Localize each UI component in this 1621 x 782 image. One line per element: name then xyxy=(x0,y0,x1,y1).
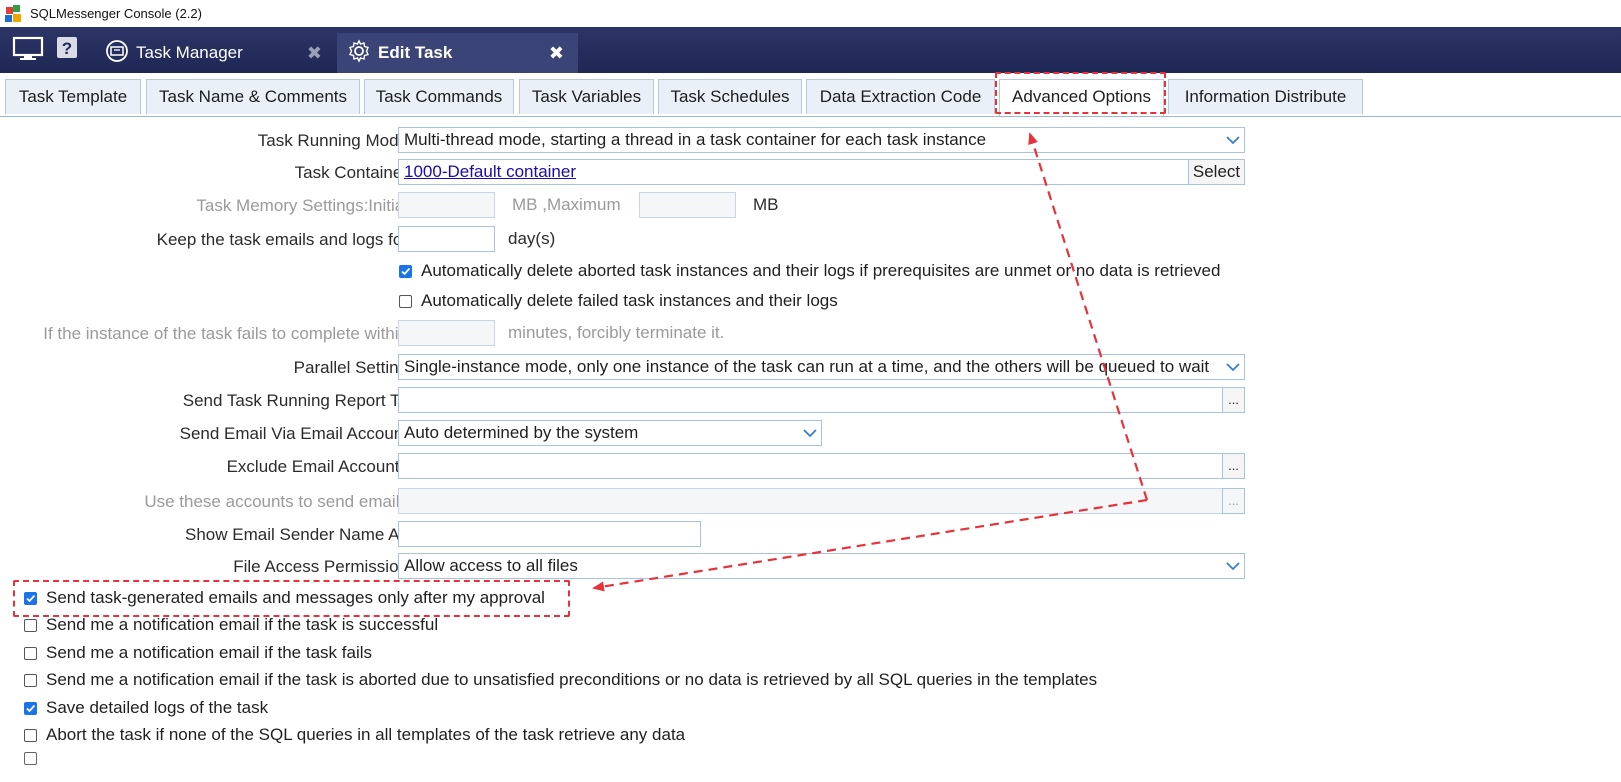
keep-logs-unit: day(s) xyxy=(508,229,556,248)
keep-logs-label: Keep the task emails and logs for xyxy=(156,230,408,249)
app-logo-icon xyxy=(4,4,22,23)
checkbox-unchecked-icon[interactable] xyxy=(24,728,37,742)
abort-no-data-label: Abort the task if none of the SQL querie… xyxy=(46,725,686,744)
tab-task-template[interactable]: Task Template xyxy=(5,79,141,114)
monitor-icon[interactable] xyxy=(12,36,44,67)
auto-delete-failed-checkbox[interactable]: Automatically delete failed task instanc… xyxy=(399,291,838,311)
keep-logs-input[interactable] xyxy=(398,226,495,252)
svg-text:?: ? xyxy=(62,39,72,58)
chevron-down-icon[interactable] xyxy=(1222,554,1244,578)
running-mode-label: Task Running Mode xyxy=(257,131,408,150)
tab-task-schedules[interactable]: Task Schedules xyxy=(658,79,802,114)
main-tab-bar: ? Task Manager ✖ Edit Task ✖ xyxy=(0,27,1621,73)
checkbox-unchecked-icon[interactable] xyxy=(24,618,37,632)
parallel-value: Single-instance mode, only one instance … xyxy=(404,357,1210,376)
use-accounts-label: Use these accounts to send emails xyxy=(144,492,408,511)
gear-icon xyxy=(347,38,371,68)
sub-tab-bar: Task Template Task Name & Comments Task … xyxy=(0,79,1621,117)
email-account-label: Send Email Via Email Account xyxy=(179,424,408,443)
running-mode-select[interactable]: Multi-thread mode, starting a thread in … xyxy=(398,127,1245,153)
chevron-down-icon[interactable] xyxy=(799,421,821,445)
close-icon[interactable]: ✖ xyxy=(307,43,322,64)
container-link[interactable]: 1000-Default container xyxy=(404,162,576,181)
timeout-unit: minutes, forcibly terminate it. xyxy=(508,323,725,342)
auto-delete-aborted-label: Automatically delete aborted task instan… xyxy=(421,261,1221,280)
container-field[interactable]: 1000-Default container xyxy=(398,159,1189,185)
running-mode-value: Multi-thread mode, starting a thread in … xyxy=(404,130,987,149)
sender-name-input[interactable] xyxy=(398,521,701,547)
abort-no-data-checkbox[interactable]: Abort the task if none of the SQL querie… xyxy=(24,725,685,745)
partial-checkbox-row[interactable] xyxy=(24,752,46,765)
notify-aborted-checkbox[interactable]: Send me a notification email if the task… xyxy=(24,670,1097,690)
tab-data-extraction-code[interactable]: Data Extraction Code xyxy=(806,79,995,114)
chevron-down-icon[interactable] xyxy=(1222,355,1244,379)
detailed-logs-label: Save detailed logs of the task xyxy=(46,698,269,717)
exclude-accounts-label: Exclude Email Accounts xyxy=(226,457,408,476)
checkbox-unchecked-icon[interactable] xyxy=(24,673,37,687)
title-bar: SQLMessenger Console (2.2) xyxy=(0,0,1621,27)
tab-edit-task-label: Edit Task xyxy=(378,43,453,62)
auto-delete-failed-label: Automatically delete failed task instanc… xyxy=(421,291,838,310)
notify-success-label: Send me a notification email if the task… xyxy=(46,615,439,634)
close-icon[interactable]: ✖ xyxy=(549,43,564,64)
tab-task-commands[interactable]: Task Commands xyxy=(364,79,514,114)
parallel-label: Parallel Setting xyxy=(293,358,408,377)
report-to-browse-button[interactable]: ... xyxy=(1222,387,1245,413)
checkbox-checked-icon[interactable] xyxy=(399,264,412,278)
checkbox-unchecked-icon[interactable] xyxy=(24,646,37,660)
timeout-input[interactable] xyxy=(398,320,495,346)
memory-label: Task Memory Settings:Initial xyxy=(196,196,408,215)
checkbox-unchecked-icon[interactable] xyxy=(24,752,37,765)
memory-initial-input[interactable] xyxy=(398,192,495,218)
help-icon[interactable]: ? xyxy=(57,37,77,64)
report-to-label: Send Task Running Report To xyxy=(182,391,408,410)
tab-edit-task[interactable]: Edit Task ✖ xyxy=(337,33,578,73)
use-accounts-browse-button[interactable]: ... xyxy=(1222,488,1245,514)
tab-task-name-comments[interactable]: Task Name & Comments xyxy=(146,79,360,114)
notify-success-checkbox[interactable]: Send me a notification email if the task… xyxy=(24,615,438,635)
memory-unit-label: MB xyxy=(753,195,779,214)
auto-delete-aborted-checkbox[interactable]: Automatically delete aborted task instan… xyxy=(399,261,1220,281)
tab-task-variables[interactable]: Task Variables xyxy=(519,79,654,114)
email-account-select[interactable]: Auto determined by the system xyxy=(398,420,822,446)
memory-mid-label: MB ,Maximum xyxy=(512,195,621,214)
sender-name-label: Show Email Sender Name As xyxy=(185,525,408,544)
window-title: SQLMessenger Console (2.2) xyxy=(30,6,202,21)
parallel-select[interactable]: Single-instance mode, only one instance … xyxy=(398,354,1245,380)
file-access-label: File Access Permission xyxy=(233,557,408,576)
task-manager-icon xyxy=(105,39,129,68)
select-container-button[interactable]: Select xyxy=(1188,159,1245,185)
notify-fail-checkbox[interactable]: Send me a notification email if the task… xyxy=(24,643,372,663)
detailed-logs-checkbox[interactable]: Save detailed logs of the task xyxy=(24,698,268,718)
file-access-select[interactable]: Allow access to all files xyxy=(398,553,1245,579)
checkbox-checked-icon[interactable] xyxy=(24,701,37,715)
approval-highlight xyxy=(13,580,570,617)
exclude-accounts-input[interactable] xyxy=(398,453,1223,479)
arrow-to-advanced-options-tab xyxy=(1028,132,1149,501)
timeout-label: If the instance of the task fails to com… xyxy=(43,324,408,343)
chevron-down-icon[interactable] xyxy=(1222,128,1244,152)
email-account-value: Auto determined by the system xyxy=(404,423,639,442)
notify-aborted-label: Send me a notification email if the task… xyxy=(46,670,1098,689)
tab-task-manager-label: Task Manager xyxy=(136,43,243,62)
container-label: Task Container xyxy=(294,163,408,182)
checkbox-unchecked-icon[interactable] xyxy=(399,294,412,308)
report-to-input[interactable] xyxy=(398,387,1223,413)
exclude-accounts-browse-button[interactable]: ... xyxy=(1222,453,1245,479)
advanced-options-highlight xyxy=(995,72,1166,114)
file-access-value: Allow access to all files xyxy=(404,556,578,575)
notify-fail-label: Send me a notification email if the task… xyxy=(46,643,372,662)
tab-task-manager[interactable]: Task Manager ✖ xyxy=(100,33,336,73)
tab-information-distribute[interactable]: Information Distribute xyxy=(1168,79,1363,114)
use-accounts-input[interactable] xyxy=(398,488,1223,514)
memory-maximum-input[interactable] xyxy=(639,192,736,218)
